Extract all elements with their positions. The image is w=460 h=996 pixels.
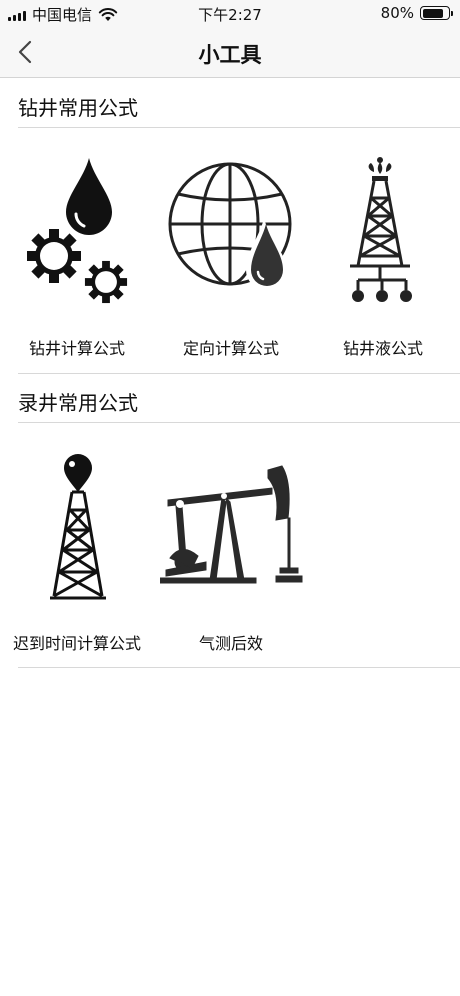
drilling-rig-icon [350, 157, 412, 302]
tool-label: 气测后效 [198, 634, 263, 653]
tool-label: 钻井计算公式 [28, 339, 125, 358]
tool-directional-formulas[interactable]: 定向计算公式 [154, 150, 308, 365]
section-divider [18, 422, 460, 423]
oil-derrick-icon [50, 454, 106, 600]
battery-icon [420, 6, 453, 20]
status-bar: 中国电信 下午2:27 80% [0, 0, 460, 26]
tool-label: 迟到时间计算公式 [12, 634, 141, 653]
battery-fill [422, 8, 443, 18]
section-title-drilling: 钻井常用公式 [18, 96, 138, 120]
section-title-logging: 录井常用公式 [18, 391, 138, 415]
section-divider [18, 667, 460, 668]
tool-label: 定向计算公式 [182, 339, 279, 358]
page-title: 小工具 [198, 43, 262, 67]
tool-drilling-formulas[interactable]: 钻井计算公式 [0, 150, 154, 365]
section-divider [18, 373, 460, 374]
status-bar-right: 80% [380, 4, 453, 22]
tool-lag-time-formula[interactable]: 迟到时间计算公式 [0, 444, 154, 659]
navigation-bar: 小工具 [0, 26, 460, 78]
tool-gas-logging-aftereffect[interactable]: 气测后效 [154, 444, 308, 659]
battery-percent: 80% [380, 4, 414, 22]
tool-label: 钻井液公式 [342, 339, 423, 358]
section-divider [18, 127, 460, 128]
pumpjack-icon [160, 465, 303, 584]
oil-drop-gears-icon [27, 158, 128, 304]
tool-drilling-fluid-formulas[interactable]: 钻井液公式 [306, 150, 460, 365]
globe-oil-drop-icon [168, 162, 292, 290]
